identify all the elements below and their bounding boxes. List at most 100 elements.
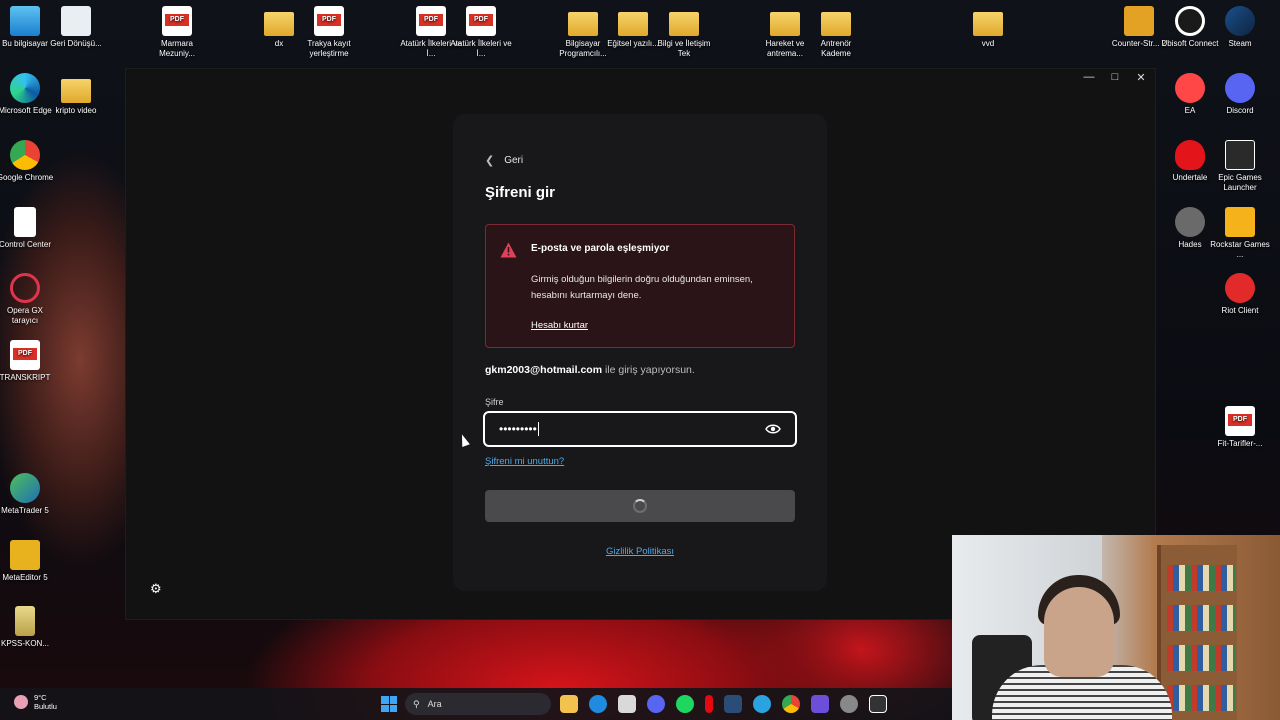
desktop-icon-control-center[interactable]: Control Center	[0, 207, 56, 250]
spotify-icon[interactable]	[676, 695, 694, 713]
maximize-icon[interactable]: □	[1109, 71, 1121, 84]
desktop-icon-marmara[interactable]: Marmara Mezuniy...	[146, 6, 208, 59]
pdf-icon	[314, 6, 344, 36]
desktop-icon-trakya[interactable]: Trakya kayıt yerleştirme	[298, 6, 360, 59]
desktop-icon-fit-tarifler[interactable]: Fit-Tarifler-...	[1209, 406, 1271, 449]
pdf-icon	[162, 6, 192, 36]
close-icon[interactable]: ✕	[1135, 71, 1147, 84]
alert-message: Girmiş olduğun bilgilerin doğru olduğund…	[531, 274, 753, 301]
steam-taskbar-icon[interactable]	[724, 695, 742, 713]
hades-icon	[1175, 207, 1205, 237]
rockstar-icon	[1225, 207, 1255, 237]
epic-taskbar-icon[interactable]	[869, 695, 887, 713]
chrome-icon	[10, 140, 40, 170]
page-title: Şifreni gir	[485, 184, 556, 201]
webcam-bookshelf	[1157, 545, 1237, 720]
chevron-left-icon: ❮	[485, 155, 495, 167]
desktop-icon-epic[interactable]: Epic Games Launcher	[1209, 140, 1271, 193]
undertale-icon	[1175, 140, 1205, 170]
discord-taskbar-icon[interactable]	[647, 695, 665, 713]
desktop-icon-kripto-video[interactable]: kripto video	[45, 73, 107, 116]
desktop-icon-vvd[interactable]: vvd	[957, 6, 1019, 49]
weather-widget[interactable]: 9°C Bulutlu	[14, 693, 57, 711]
privacy-policy-text[interactable]: Gizlilik Politikası	[606, 546, 674, 557]
netflix-icon[interactable]	[705, 695, 713, 713]
desktop-icon-opera-gx[interactable]: Opera GX tarayıcı	[0, 273, 56, 326]
weather-condition: Bulutlu	[34, 702, 57, 711]
forgot-password-link[interactable]: Şifreni mi unuttun?	[485, 456, 564, 467]
window-controls: — □ ✕	[1083, 71, 1147, 84]
password-value: •••••••••	[499, 422, 537, 436]
document-icon	[14, 207, 36, 237]
account-email: gkm2003@hotmail.com	[485, 364, 603, 376]
pdf-icon	[10, 340, 40, 370]
weather-text: 9°C Bulutlu	[34, 693, 57, 711]
desktop-icon-antrenor[interactable]: Antrenör Kademe	[805, 6, 867, 59]
show-password-eye-icon[interactable]	[765, 422, 781, 436]
folder-icon	[264, 12, 294, 36]
desktop-icon-riot[interactable]: Riot Client	[1209, 273, 1271, 316]
search-icon: ⚲	[413, 698, 420, 709]
metaeditor-icon	[10, 540, 40, 570]
desktop-icon-bilgi[interactable]: Bilgi ve İletişim Tek	[653, 6, 715, 59]
desktop-icon-transkript[interactable]: TRANSKRIPT	[0, 340, 56, 383]
folder-icon	[770, 12, 800, 36]
folder-icon	[821, 12, 851, 36]
folder-icon	[973, 12, 1003, 36]
telegram-icon[interactable]	[753, 695, 771, 713]
desktop-icon-metaeditor[interactable]: MetaEditor 5	[0, 540, 56, 583]
archive-icon	[15, 606, 35, 636]
text-caret	[537, 422, 539, 436]
signing-in-suffix: ile giriş yapıyorsun.	[602, 364, 695, 376]
desktop-icon-ataturk-2[interactable]: Atatürk İlkeleri ve İ...	[450, 6, 512, 59]
taskbar-search[interactable]: ⚲ Ara	[405, 693, 551, 715]
weather-temperature: 9°C	[34, 693, 47, 702]
password-field[interactable]: •••••••••	[483, 411, 797, 447]
signing-in-as: gkm2003@hotmail.com ile giriş yapıyorsun…	[485, 364, 695, 376]
continue-button[interactable]	[485, 490, 795, 522]
chrome-taskbar-icon[interactable]	[782, 695, 800, 713]
desktop-icon-kpss[interactable]: KPSS-KON...	[0, 606, 56, 649]
desktop-icon-metatrader[interactable]: MetaTrader 5	[0, 473, 56, 516]
riot-icon	[1225, 273, 1255, 303]
recover-account-link[interactable]: Hesabı kurtar	[531, 320, 588, 331]
pdf-icon	[1225, 406, 1255, 436]
steam-icon	[1225, 6, 1255, 36]
discord-icon	[1225, 73, 1255, 103]
store-icon[interactable]	[618, 695, 636, 713]
edge-icon	[10, 73, 40, 103]
desktop-icon-rockstar[interactable]: Rockstar Games ...	[1209, 207, 1271, 260]
back-label: Geri	[504, 155, 524, 166]
desktop-icon-chrome[interactable]: Google Chrome	[0, 140, 56, 183]
back-button[interactable]: ❮ Geri	[485, 154, 523, 167]
taskbar-pinned-apps	[560, 695, 887, 713]
pdf-icon	[466, 6, 496, 36]
login-card: ❮ Geri Şifreni gir E-posta ve parola eşl…	[453, 114, 827, 591]
search-placeholder: Ara	[427, 699, 442, 709]
settings-gear-icon[interactable]: ⚙	[150, 581, 162, 597]
ubisoft-icon	[1175, 6, 1205, 36]
privacy-policy-link[interactable]: Gizlilik Politikası	[453, 546, 827, 557]
recycle-bin-icon	[61, 6, 91, 36]
desktop-icon-recycle-bin[interactable]: Geri Dönüşü...	[45, 6, 107, 49]
teams-icon[interactable]	[811, 695, 829, 713]
error-alert: E-posta ve parola eşleşmiyor Girmiş oldu…	[485, 224, 795, 348]
pdf-icon	[416, 6, 446, 36]
folder-icon	[568, 12, 598, 36]
opera-gx-icon	[10, 273, 40, 303]
warning-icon	[500, 242, 517, 258]
desktop-icon-discord[interactable]: Discord	[1209, 73, 1271, 116]
webcam-overlay	[952, 535, 1280, 720]
app-taskbar-icon[interactable]	[840, 695, 858, 713]
weather-icon	[14, 695, 28, 709]
desktop-icon-steam[interactable]: Steam	[1209, 6, 1271, 49]
start-button-icon[interactable]	[381, 696, 397, 712]
ea-icon	[1175, 73, 1205, 103]
computer-icon	[10, 6, 40, 36]
file-explorer-icon[interactable]	[560, 695, 578, 713]
folder-icon	[669, 12, 699, 36]
metatrader-icon	[10, 473, 40, 503]
edge-taskbar-icon[interactable]	[589, 695, 607, 713]
minimize-icon[interactable]: —	[1083, 71, 1095, 84]
password-label: Şifre	[485, 397, 504, 407]
